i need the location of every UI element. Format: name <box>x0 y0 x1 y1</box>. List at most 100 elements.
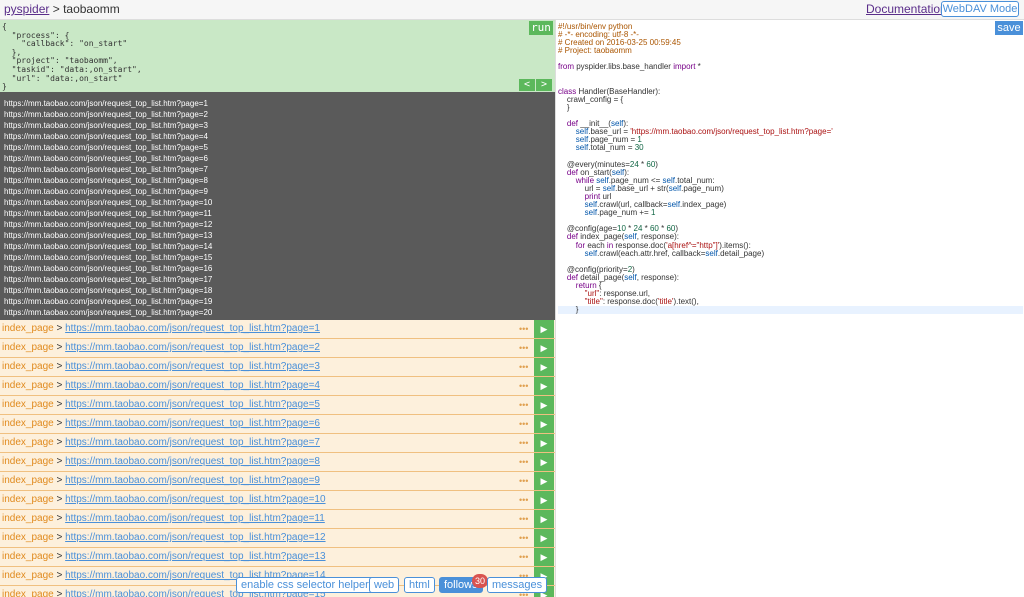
play-icon[interactable]: ▶ <box>534 472 554 490</box>
follow-separator: > <box>53 589 66 597</box>
follow-url[interactable]: https://mm.taobao.com/json/request_top_l… <box>65 361 320 372</box>
follow-row[interactable]: index_page > https://mm.taobao.com/json/… <box>0 339 555 358</box>
code-line[interactable]: self.total_num = 30 <box>558 144 1023 152</box>
code-line[interactable]: # Project: taobaomm <box>558 47 1023 55</box>
play-icon[interactable]: ▶ <box>534 548 554 566</box>
follow-url[interactable]: https://mm.taobao.com/json/request_top_l… <box>65 456 320 467</box>
follow-row[interactable]: index_page > https://mm.taobao.com/json/… <box>0 415 555 434</box>
follow-callback: index_page <box>2 323 54 334</box>
code-line[interactable]: class Handler(BaseHandler): <box>558 87 1023 96</box>
more-icon[interactable]: ••• <box>519 453 528 471</box>
code-lines[interactable]: #!/usr/bin/env python # -*- encoding: utf… <box>558 22 1023 315</box>
prev-task-button[interactable]: < <box>519 79 535 91</box>
code-line[interactable]: url = self.base_url + str(self.page_num) <box>558 184 1023 193</box>
output-url-line: https://mm.taobao.com/json/request_top_l… <box>4 220 213 229</box>
follow-callback: index_page <box>2 494 54 505</box>
code-editor[interactable]: #!/usr/bin/env python # -*- encoding: utf… <box>555 20 1024 597</box>
follow-row[interactable]: index_page > https://mm.taobao.com/json/… <box>0 453 555 472</box>
webdav-mode-button[interactable]: WebDAV Mode <box>941 1 1019 17</box>
play-icon[interactable]: ▶ <box>534 453 554 471</box>
follow-row[interactable]: index_page > https://mm.taobao.com/json/… <box>0 358 555 377</box>
follow-callback: index_page <box>2 437 54 448</box>
play-icon[interactable]: ▶ <box>534 358 554 376</box>
follow-separator: > <box>53 380 66 391</box>
code-line[interactable]: self.crawl(each.attr.href, callback=self… <box>558 249 1023 258</box>
follow-row[interactable]: index_page > https://mm.taobao.com/json/… <box>0 396 555 415</box>
task-nav: < > <box>518 79 553 91</box>
follow-separator: > <box>53 456 66 467</box>
follow-row[interactable]: index_page > https://mm.taobao.com/json/… <box>0 434 555 453</box>
follow-callback: index_page <box>2 399 54 410</box>
code-line[interactable]: } <box>558 306 1023 315</box>
follow-row-content: index_page > https://mm.taobao.com/json/… <box>2 491 326 509</box>
task-json-line: "callback": "on_start" <box>2 39 128 49</box>
more-icon[interactable]: ••• <box>519 434 528 452</box>
more-icon[interactable]: ••• <box>519 529 528 547</box>
messages-tab[interactable]: messages <box>487 577 548 593</box>
code-line[interactable]: ​ <box>558 72 1023 80</box>
follow-row[interactable]: index_page > https://mm.taobao.com/json/… <box>0 472 555 491</box>
output-url-line: https://mm.taobao.com/json/request_top_l… <box>4 275 213 284</box>
code-line[interactable]: crawl_config = { <box>558 95 1023 104</box>
play-icon[interactable]: ▶ <box>534 415 554 433</box>
documentation-link[interactable]: Documentation <box>866 2 947 16</box>
play-icon[interactable]: ▶ <box>534 529 554 547</box>
follow-url[interactable]: https://mm.taobao.com/json/request_top_l… <box>65 551 325 562</box>
play-icon[interactable]: ▶ <box>534 339 554 357</box>
play-icon[interactable]: ▶ <box>534 434 554 452</box>
follow-url[interactable]: https://mm.taobao.com/json/request_top_l… <box>65 380 320 391</box>
follow-url[interactable]: https://mm.taobao.com/json/request_top_l… <box>65 342 320 353</box>
more-icon[interactable]: ••• <box>519 339 528 357</box>
home-link[interactable]: pyspider <box>4 2 49 16</box>
follow-row-content: index_page > https://mm.taobao.com/json/… <box>2 472 320 490</box>
follow-row[interactable]: index_page > https://mm.taobao.com/json/… <box>0 529 555 548</box>
follow-row[interactable]: index_page > https://mm.taobao.com/json/… <box>0 320 555 339</box>
more-icon[interactable]: ••• <box>519 472 528 490</box>
more-icon[interactable]: ••• <box>519 377 528 395</box>
follow-row-content: index_page > https://mm.taobao.com/json/… <box>2 548 326 566</box>
output-url-line: https://mm.taobao.com/json/request_top_l… <box>4 121 208 130</box>
follow-callback: index_page <box>2 513 54 524</box>
more-icon[interactable]: ••• <box>519 491 528 509</box>
run-button[interactable]: run <box>529 21 553 35</box>
follow-url[interactable]: https://mm.taobao.com/json/request_top_l… <box>65 437 320 448</box>
code-line[interactable]: def detail_page(self, response): <box>558 273 1023 282</box>
play-icon[interactable]: ▶ <box>534 510 554 528</box>
play-icon[interactable]: ▶ <box>534 491 554 509</box>
more-icon[interactable]: ••• <box>519 396 528 414</box>
code-line[interactable]: } <box>558 103 1023 112</box>
follow-url[interactable]: https://mm.taobao.com/json/request_top_l… <box>65 494 325 505</box>
html-tab[interactable]: html <box>404 577 435 593</box>
follow-url[interactable]: https://mm.taobao.com/json/request_top_l… <box>65 418 320 429</box>
follow-url[interactable]: https://mm.taobao.com/json/request_top_l… <box>65 475 320 486</box>
follow-url[interactable]: https://mm.taobao.com/json/request_top_l… <box>65 513 325 524</box>
more-icon[interactable]: ••• <box>519 320 528 338</box>
more-icon[interactable]: ••• <box>519 415 528 433</box>
follow-row[interactable]: index_page > https://mm.taobao.com/json/… <box>0 377 555 396</box>
play-icon[interactable]: ▶ <box>534 320 554 338</box>
follow-row[interactable]: index_page > https://mm.taobao.com/json/… <box>0 491 555 510</box>
more-icon[interactable]: ••• <box>519 548 528 566</box>
css-selector-helper-button[interactable]: enable css selector helper <box>236 577 374 593</box>
more-icon[interactable]: ••• <box>519 358 528 376</box>
follow-url[interactable]: https://mm.taobao.com/json/request_top_l… <box>65 399 320 410</box>
follow-callback: index_page <box>2 456 54 467</box>
follow-row[interactable]: index_page > https://mm.taobao.com/json/… <box>0 510 555 529</box>
task-panel[interactable]: { "process": { "callback": "on_start" },… <box>0 20 555 92</box>
play-icon[interactable]: ▶ <box>534 377 554 395</box>
code-line[interactable]: "title": response.doc('title').text(), <box>558 298 1023 306</box>
follow-row[interactable]: index_page > https://mm.taobao.com/json/… <box>0 548 555 567</box>
code-line[interactable]: self.page_num += 1 <box>558 209 1023 217</box>
code-line[interactable]: from pyspider.libs.base_handler import * <box>558 63 1023 71</box>
task-json[interactable]: { "process": { "callback": "on_start" },… <box>0 20 555 92</box>
save-button[interactable]: save <box>995 21 1023 35</box>
follow-url[interactable]: https://mm.taobao.com/json/request_top_l… <box>65 323 320 334</box>
breadcrumb: pyspider > taobaomm <box>4 2 120 16</box>
play-icon[interactable]: ▶ <box>534 396 554 414</box>
follow-callback: index_page <box>2 380 54 391</box>
next-task-button[interactable]: > <box>536 79 552 91</box>
follow-callback: index_page <box>2 570 54 581</box>
more-icon[interactable]: ••• <box>519 510 528 528</box>
web-tab[interactable]: web <box>369 577 400 593</box>
follow-url[interactable]: https://mm.taobao.com/json/request_top_l… <box>65 532 325 543</box>
